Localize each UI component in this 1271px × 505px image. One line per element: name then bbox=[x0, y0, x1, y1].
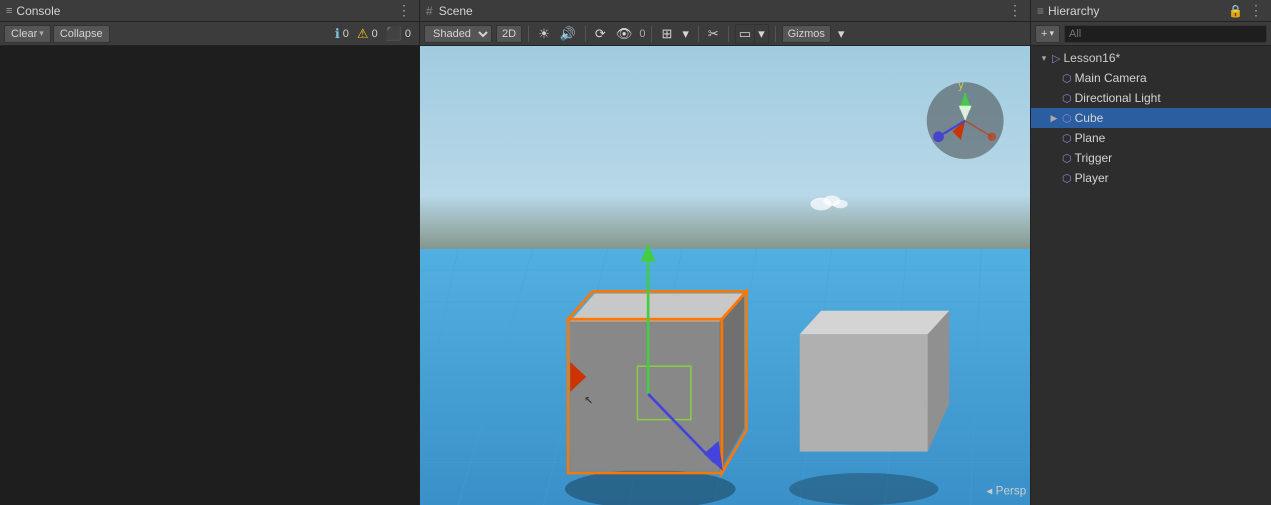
info-count: 0 bbox=[343, 28, 349, 40]
hierarchy-item-maincamera[interactable]: ⬡ Main Camera bbox=[1031, 68, 1271, 88]
gizmos-dropdown[interactable]: ▾ bbox=[835, 26, 848, 42]
scene-panel: # Scene ⋮ Shaded 2D ☀ 🔊 ⟳ 👁 0 ⊞ ▾ ✂ ▭ bbox=[420, 0, 1031, 505]
console-icon: ≡ bbox=[6, 5, 12, 17]
grid-button[interactable]: ⊞ bbox=[658, 26, 675, 42]
warn-badge: ⚠ 0 bbox=[357, 26, 378, 42]
hierarchy-toolbar: + ▾ bbox=[1031, 22, 1271, 46]
info-badge: ℹ 0 bbox=[335, 26, 349, 42]
scene-body[interactable]: ↖ y bbox=[420, 46, 1030, 505]
console-body bbox=[0, 46, 419, 505]
directionallight-icon: ⬡ bbox=[1062, 92, 1072, 105]
gizmos-button[interactable]: Gizmos bbox=[782, 25, 831, 43]
error-count: 0 bbox=[405, 28, 411, 40]
2d-button[interactable]: 2D bbox=[496, 25, 522, 43]
console-options-button[interactable]: ⋮ bbox=[395, 2, 413, 19]
directionallight-label: Directional Light bbox=[1075, 91, 1161, 105]
clear-label: Clear bbox=[11, 28, 37, 40]
scene-canvas: ↖ y bbox=[420, 46, 1030, 505]
add-label: + bbox=[1041, 28, 1047, 40]
lesson16-arrow: ▾ bbox=[1039, 53, 1049, 64]
warn-count: 0 bbox=[372, 28, 378, 40]
console-badges: ℹ 0 ⚠ 0 ⬛ 0 bbox=[335, 26, 415, 42]
snap-button[interactable]: ✂ bbox=[705, 26, 722, 42]
hierarchy-item-cube[interactable]: ▶ ⬡ Cube bbox=[1031, 108, 1271, 128]
toolbar-separator-3 bbox=[651, 26, 652, 42]
hierarchy-panel: ≡ Hierarchy 🔒 ⋮ + ▾ ▾ ▷ Lesson16* ⬡ bbox=[1031, 0, 1271, 505]
lesson16-label: Lesson16* bbox=[1063, 51, 1120, 65]
toolbar-separator-5 bbox=[728, 26, 729, 42]
hierarchy-add-button[interactable]: + ▾ bbox=[1035, 25, 1060, 43]
toolbar-separator-6 bbox=[775, 26, 776, 42]
collapse-button[interactable]: Collapse bbox=[53, 25, 110, 43]
console-panel: ≡ Console ⋮ Clear ▾ Collapse ℹ 0 ⚠ 0 ⬛ bbox=[0, 0, 420, 505]
trigger-icon: ⬡ bbox=[1062, 152, 1072, 165]
hierarchy-options-button[interactable]: ⋮ bbox=[1247, 2, 1265, 19]
console-toolbar: Clear ▾ Collapse ℹ 0 ⚠ 0 ⬛ 0 bbox=[0, 22, 419, 46]
cube-arrow: ▶ bbox=[1049, 113, 1059, 124]
hidden-toggle-button[interactable]: 👁 bbox=[613, 26, 636, 42]
render-mode-button[interactable]: ▭ bbox=[736, 25, 755, 43]
scene-toolbar: Shaded 2D ☀ 🔊 ⟳ 👁 0 ⊞ ▾ ✂ ▭ ▾ Gizmos ▾ bbox=[420, 22, 1030, 46]
hidden-count: 0 bbox=[639, 28, 645, 40]
hierarchy-body: ▾ ▷ Lesson16* ⬡ Main Camera ⬡ Directiona… bbox=[1031, 46, 1271, 505]
light-toggle-button[interactable]: ☀ bbox=[535, 26, 553, 42]
player-icon: ⬡ bbox=[1062, 172, 1072, 185]
plane-icon: ⬡ bbox=[1062, 132, 1072, 145]
warn-icon: ⚠ bbox=[357, 26, 369, 42]
cube-icon: ⬡ bbox=[1062, 112, 1072, 125]
hierarchy-icon: ≡ bbox=[1037, 4, 1044, 18]
scene-title: Scene bbox=[439, 4, 473, 18]
error-icon: ⬛ bbox=[386, 26, 402, 42]
fx-button[interactable]: ⟳ bbox=[592, 26, 609, 42]
maincamera-icon: ⬡ bbox=[1062, 72, 1072, 85]
render-mode-dropdown[interactable]: ▾ bbox=[755, 25, 768, 43]
hierarchy-item-trigger[interactable]: ⬡ Trigger bbox=[1031, 148, 1271, 168]
hierarchy-item-directionallight[interactable]: ⬡ Directional Light bbox=[1031, 88, 1271, 108]
hierarchy-header: ≡ Hierarchy 🔒 ⋮ bbox=[1031, 0, 1271, 22]
scene-options-button[interactable]: ⋮ bbox=[1006, 2, 1024, 19]
console-header: ≡ Console ⋮ bbox=[0, 0, 419, 22]
trigger-label: Trigger bbox=[1075, 151, 1113, 165]
hierarchy-lock-button[interactable]: 🔒 bbox=[1228, 4, 1243, 18]
shading-select[interactable]: Shaded bbox=[424, 25, 492, 43]
plane-label: Plane bbox=[1075, 131, 1106, 145]
svg-text:↖: ↖ bbox=[584, 390, 593, 408]
console-title: Console bbox=[16, 4, 391, 18]
hierarchy-title: Hierarchy bbox=[1048, 4, 1099, 18]
toolbar-separator-2 bbox=[585, 26, 586, 42]
cube-label: Cube bbox=[1075, 111, 1104, 125]
svg-text:◂ Persp: ◂ Persp bbox=[987, 484, 1027, 497]
render-mode-group: ▭ ▾ bbox=[735, 24, 769, 44]
scene-hash-icon: # bbox=[426, 4, 433, 18]
hierarchy-search-input[interactable] bbox=[1064, 25, 1267, 43]
toolbar-separator-4 bbox=[698, 26, 699, 42]
grid-dropdown[interactable]: ▾ bbox=[679, 26, 692, 42]
hierarchy-item-lesson16[interactable]: ▾ ▷ Lesson16* bbox=[1031, 48, 1271, 68]
player-label: Player bbox=[1075, 171, 1109, 185]
audio-toggle-button[interactable]: 🔊 bbox=[557, 26, 579, 42]
hierarchy-item-plane[interactable]: ⬡ Plane bbox=[1031, 128, 1271, 148]
maincamera-label: Main Camera bbox=[1075, 71, 1147, 85]
hierarchy-item-player[interactable]: ⬡ Player bbox=[1031, 168, 1271, 188]
clear-button[interactable]: Clear ▾ bbox=[4, 25, 51, 43]
toolbar-separator-1 bbox=[528, 26, 529, 42]
lesson16-icon: ▷ bbox=[1052, 52, 1060, 65]
error-badge: ⬛ 0 bbox=[386, 26, 411, 42]
scene-header: # Scene ⋮ bbox=[420, 0, 1030, 22]
info-icon: ℹ bbox=[335, 26, 340, 42]
svg-text:y: y bbox=[958, 80, 964, 92]
add-dropdown-arrow: ▾ bbox=[1049, 28, 1054, 39]
clear-dropdown-arrow: ▾ bbox=[39, 28, 44, 39]
